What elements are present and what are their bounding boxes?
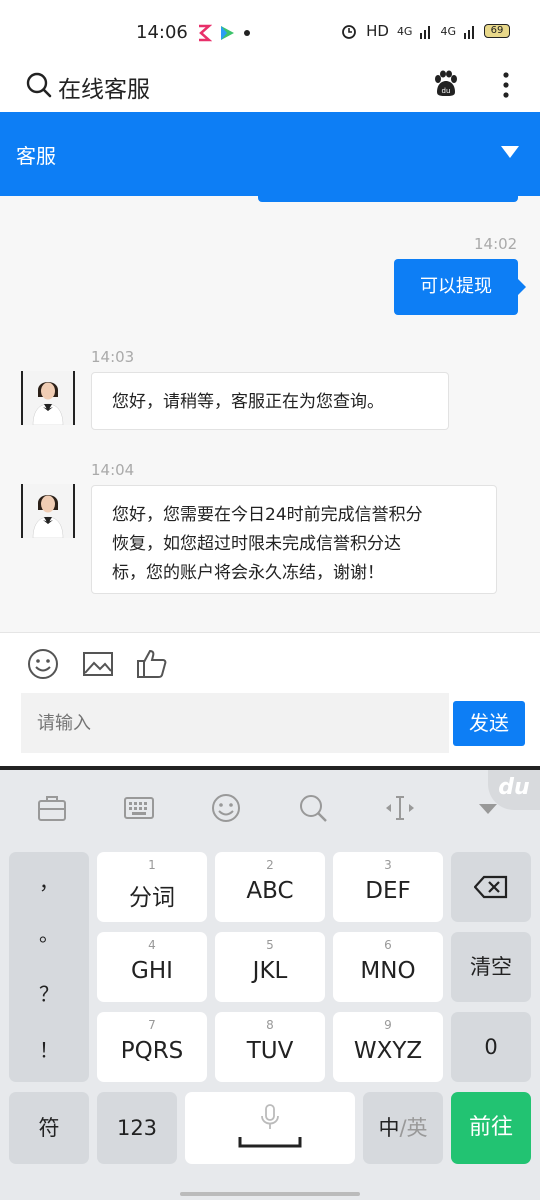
signal-4g-2: 4G xyxy=(440,24,456,38)
language-toggle-key[interactable]: 中/英 xyxy=(363,1092,443,1164)
lang-separator: / xyxy=(399,1116,407,1140)
previous-message-bubble-edge xyxy=(258,196,518,202)
message-line: 您好，您需要在今日24时前完成信誉积分 xyxy=(112,505,423,525)
video-app-icon xyxy=(221,26,234,40)
collapse-keyboard-icon[interactable] xyxy=(472,792,504,824)
key-2-abc[interactable]: 2 ABC xyxy=(215,852,325,922)
signal-bars-icon xyxy=(420,26,431,39)
home-indicator[interactable] xyxy=(180,1192,360,1196)
key-label: TUV xyxy=(246,1038,294,1064)
signal-4g-1: 4G xyxy=(396,24,413,38)
keyboard-search-icon[interactable] xyxy=(297,792,329,824)
baidu-paw-icon[interactable]: du xyxy=(432,70,460,98)
service-bar[interactable]: 客服 xyxy=(0,112,540,196)
key-number: 9 xyxy=(384,1018,392,1032)
emoji-icon[interactable] xyxy=(26,647,60,681)
keyboard-layout-icon[interactable] xyxy=(123,792,155,824)
space-bar-icon xyxy=(238,1137,302,1148)
message-timestamp: 14:03 xyxy=(91,348,135,366)
key-number: 4 xyxy=(148,938,156,952)
sent-message-bubble[interactable]: 可以提现 xyxy=(394,259,526,315)
key-label: JKL xyxy=(252,958,288,984)
agent-avatar-image xyxy=(23,371,73,425)
numeric-key[interactable]: 123 xyxy=(97,1092,177,1164)
notification-icons xyxy=(196,24,252,42)
key-number: 2 xyxy=(266,858,274,872)
service-label: 客服 xyxy=(16,144,56,168)
received-message-bubble[interactable]: 您好，请稍等，客服正在为您查询。 xyxy=(91,372,449,430)
thumbs-up-icon[interactable] xyxy=(135,647,169,681)
microphone-icon xyxy=(261,1104,279,1129)
message-timestamp: 14:02 xyxy=(474,235,518,253)
message-line: 恢复，如您超过时限未完成信誉积分达 xyxy=(112,534,401,554)
punct-question[interactable]: ？ xyxy=(9,978,89,1007)
zero-key[interactable]: 0 xyxy=(451,1012,531,1082)
hd-label: HD xyxy=(366,22,389,40)
key-label: ABC xyxy=(246,878,294,904)
key-number: 7 xyxy=(148,1018,156,1032)
key-number: 6 xyxy=(384,938,392,952)
key-label: 分词 xyxy=(129,885,175,911)
key-label: MNO xyxy=(360,958,416,984)
emoji-keyboard-icon[interactable] xyxy=(210,792,242,824)
lang-english-label: 英 xyxy=(406,1116,428,1140)
agent-avatar[interactable] xyxy=(21,484,75,538)
space-voice-key[interactable] xyxy=(185,1092,355,1164)
dropdown-arrow-icon[interactable] xyxy=(500,144,520,160)
key-7-pqrs[interactable]: 7 PQRS xyxy=(97,1012,207,1082)
key-label: WXYZ xyxy=(353,1038,423,1064)
ime-keyboard: du ， 。 ？ ！ 1 分词 2 ABC 3 DEF 4 GHI 5 JKL … xyxy=(0,766,540,1200)
punct-comma[interactable]: ， xyxy=(9,866,89,895)
key-6-mno[interactable]: 6 MNO xyxy=(333,932,443,1002)
chat-message-list[interactable]: 14:02 可以提现 14:03 您好，请稍等，客服正在为您查询。 14:04 … xyxy=(0,196,540,632)
go-key[interactable]: 前往 xyxy=(451,1092,531,1164)
key-label: PQRS xyxy=(120,1038,184,1064)
send-button[interactable]: 发送 xyxy=(453,701,525,746)
agent-avatar-image xyxy=(23,484,73,538)
app-header: 在线客服 du xyxy=(0,62,540,112)
backspace-key[interactable] xyxy=(451,852,531,922)
app-notification-icon xyxy=(199,24,212,42)
key-label: GHI xyxy=(131,958,173,984)
punct-exclamation[interactable]: ！ xyxy=(9,1034,89,1063)
key-8-tuv[interactable]: 8 TUV xyxy=(215,1012,325,1082)
received-message-bubble[interactable]: 您好，您需要在今日24时前完成信誉积分 恢复，如您超过时限未完成信誉积分达 标，… xyxy=(91,485,497,594)
agent-avatar[interactable] xyxy=(21,371,75,425)
status-time: 14:06 xyxy=(136,22,188,43)
key-number: 8 xyxy=(266,1018,274,1032)
key-number: 5 xyxy=(266,938,274,952)
key-number: 3 xyxy=(384,858,392,872)
status-indicators: HD 4G 4G 69 xyxy=(340,22,510,40)
key-3-def[interactable]: 3 DEF xyxy=(333,852,443,922)
chat-input-panel: 发送 xyxy=(0,632,540,766)
dot-icon xyxy=(244,30,250,36)
image-icon[interactable] xyxy=(81,647,115,681)
key-4-ghi[interactable]: 4 GHI xyxy=(97,932,207,1002)
message-input[interactable] xyxy=(21,693,449,753)
key-9-wxyz[interactable]: 9 WXYZ xyxy=(333,1012,443,1082)
message-line: 标，您的账户将会永久冻结，谢谢！ xyxy=(112,563,384,583)
battery-icon: 69 xyxy=(484,24,510,38)
alarm-icon xyxy=(342,25,356,39)
status-bar: 14:06 HD 4G 4G 69 xyxy=(0,0,540,62)
cursor-move-icon[interactable] xyxy=(384,792,416,824)
lang-chinese-label: 中 xyxy=(378,1116,400,1140)
key-label: DEF xyxy=(365,878,411,904)
message-timestamp: 14:04 xyxy=(91,461,135,479)
svg-text:du: du xyxy=(442,87,451,95)
key-1-fenci[interactable]: 1 分词 xyxy=(97,852,207,922)
more-options-icon[interactable] xyxy=(494,70,518,100)
punct-period[interactable]: 。 xyxy=(9,918,89,947)
key-5-jkl[interactable]: 5 JKL xyxy=(215,932,325,1002)
signal-bars-icon-2 xyxy=(464,26,474,39)
backspace-icon xyxy=(474,875,508,899)
symbol-key[interactable]: 符 xyxy=(9,1092,89,1164)
page-title: 在线客服 xyxy=(58,77,150,103)
clear-key[interactable]: 清空 xyxy=(451,932,531,1002)
punctuation-column[interactable]: ， 。 ？ ！ xyxy=(9,852,89,1082)
search-icon[interactable] xyxy=(26,72,52,98)
toolbox-icon[interactable] xyxy=(36,792,68,824)
key-number: 1 xyxy=(148,858,156,872)
